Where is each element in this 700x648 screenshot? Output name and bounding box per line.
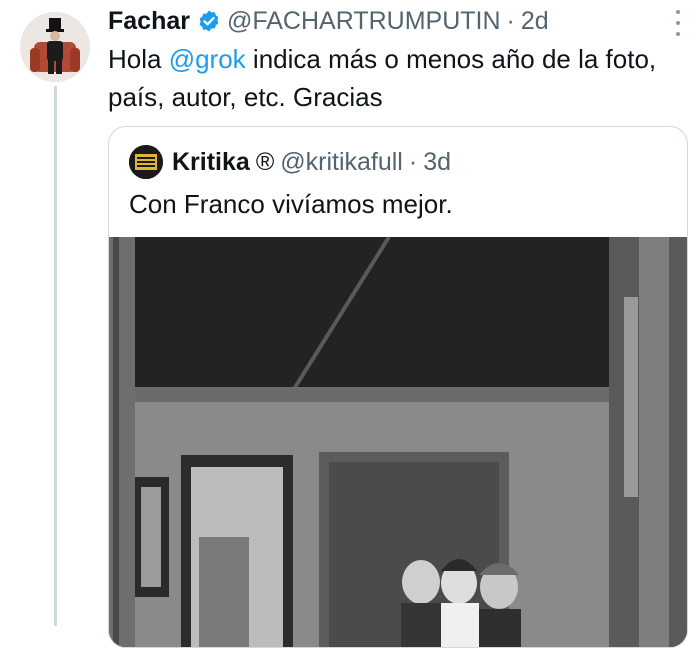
quoted-tweet-photo[interactable] [109,235,687,647]
tweet-timestamp[interactable]: 2d [521,7,549,36]
tweet-header: Fachar @FACHARTRUMPUTIN · 2d [108,4,549,38]
quoted-tweet-timestamp[interactable]: 3d [423,148,451,177]
more-options-icon[interactable] [670,10,686,36]
header-separator: · [506,6,515,35]
thread-connector-line [54,86,57,626]
quoted-header-separator: · [408,147,418,176]
quoted-author-avatar[interactable] [129,145,163,179]
quoted-author-handle[interactable]: @kritikafull [280,148,403,177]
quoted-tweet-text: Con Franco vivíamos mejor. [129,189,453,219]
mention-link[interactable]: @grok [169,44,246,74]
quoted-author-name[interactable]: Kritika [172,148,250,177]
tweet-text-start: Hola [108,44,169,74]
registered-mark: ® [255,147,275,176]
author-name[interactable]: Fachar [108,7,190,36]
verified-badge-icon [197,9,221,33]
author-avatar[interactable] [20,12,90,82]
quoted-tweet-header: Kritika ® @kritikafull · 3d [129,145,451,179]
author-handle[interactable]: @FACHARTRUMPUTIN [227,7,501,36]
tweet-text: Hola @grok indica más o menos año de la … [108,40,678,116]
quoted-tweet-card[interactable]: Kritika ® @kritikafull · 3d Con Franco v… [108,126,688,648]
